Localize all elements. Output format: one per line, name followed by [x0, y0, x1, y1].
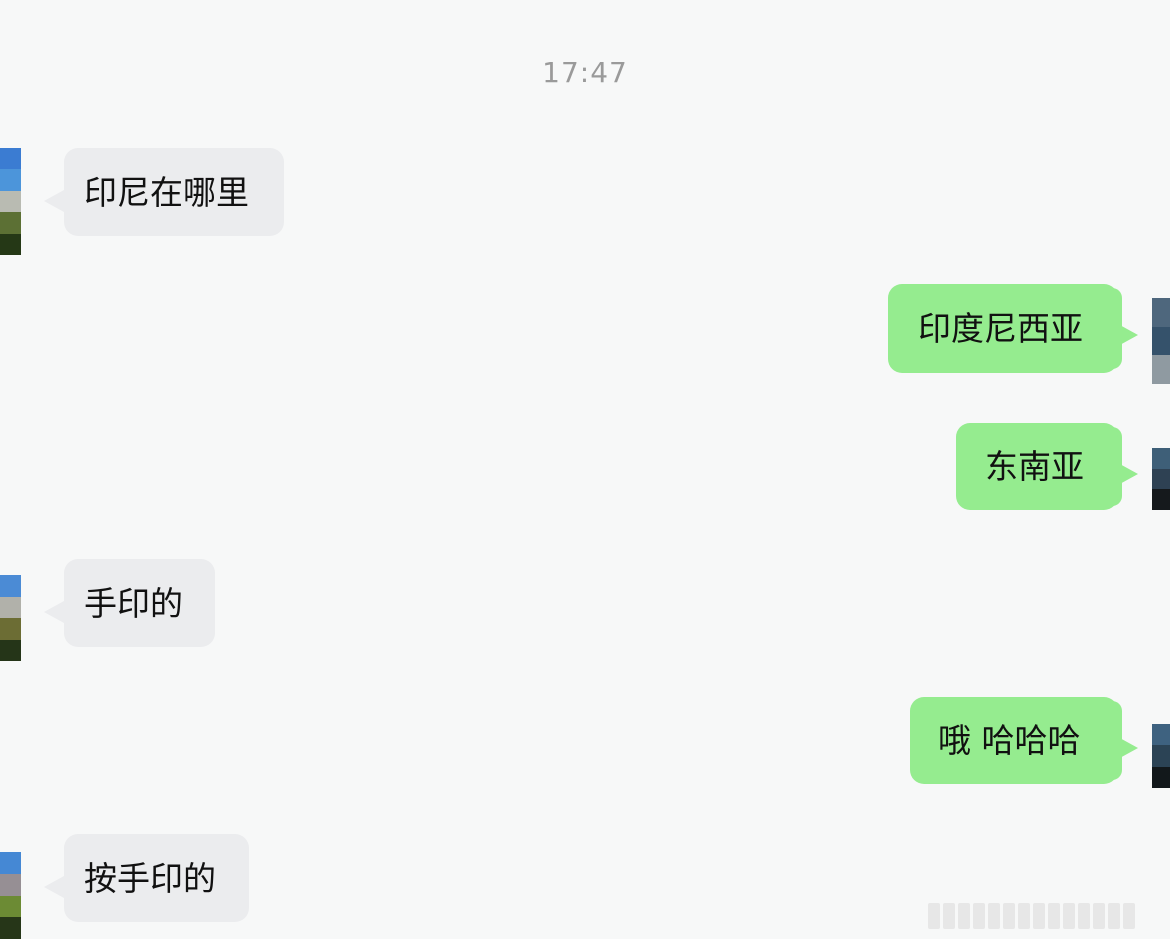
- message-text: 印尼在哪里: [84, 172, 249, 212]
- incoming-message-bubble[interactable]: 手印的: [44, 559, 215, 647]
- self-avatar[interactable]: [1152, 298, 1170, 384]
- message-text: 东南亚: [985, 447, 1084, 486]
- contact-avatar[interactable]: [0, 852, 21, 939]
- outgoing-message-bubble[interactable]: 印度尼西亚: [888, 284, 1138, 373]
- outgoing-message-bubble[interactable]: 哦 哈哈哈: [910, 697, 1138, 784]
- message-text: 印度尼西亚: [918, 309, 1083, 348]
- self-avatar[interactable]: [1152, 448, 1170, 510]
- contact-avatar[interactable]: [0, 148, 21, 255]
- self-avatar[interactable]: [1152, 724, 1170, 788]
- blurred-watermark: [928, 899, 1158, 933]
- contact-avatar[interactable]: [0, 575, 21, 661]
- incoming-message-bubble[interactable]: 印尼在哪里: [44, 148, 284, 236]
- outgoing-message-bubble[interactable]: 东南亚: [956, 423, 1138, 510]
- message-text: 按手印的: [84, 858, 216, 898]
- message-text: 哦 哈哈哈: [938, 721, 1081, 760]
- message-text: 手印的: [84, 583, 183, 623]
- incoming-message-bubble[interactable]: 按手印的: [44, 834, 249, 922]
- message-timestamp: 17:47: [542, 56, 628, 89]
